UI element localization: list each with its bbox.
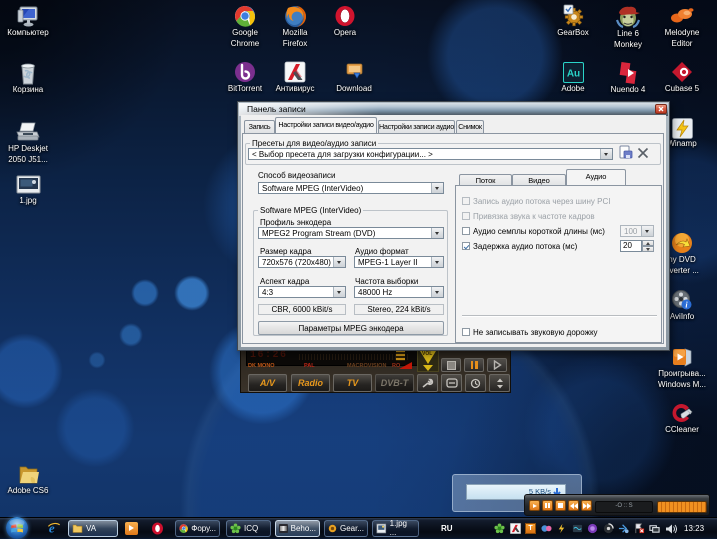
svg-text:Au: Au [566,68,579,79]
